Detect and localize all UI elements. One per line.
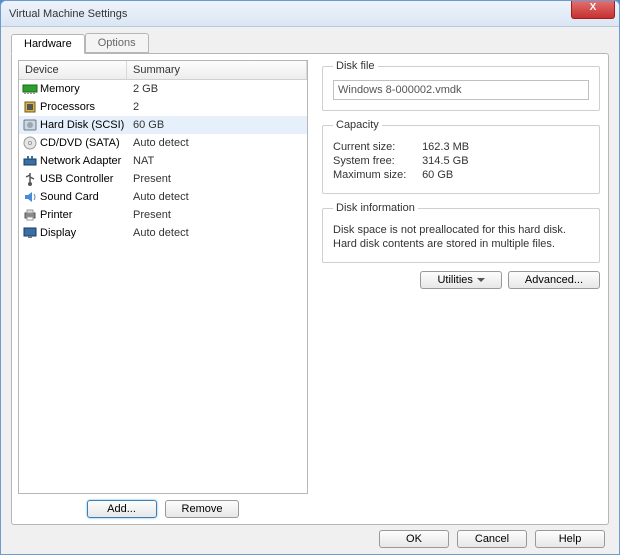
device-summary: Present xyxy=(127,173,307,185)
dialog-footer: OK Cancel Help xyxy=(379,530,605,548)
device-list-header: Device Summary xyxy=(19,61,307,80)
device-cell: Sound Card xyxy=(19,189,127,205)
device-cell: Processors xyxy=(19,99,127,115)
tab-options[interactable]: Options xyxy=(85,33,149,53)
device-row[interactable]: Sound Card Auto detect xyxy=(19,188,307,206)
memory-icon xyxy=(22,81,38,97)
printer-icon xyxy=(22,207,38,223)
add-button[interactable]: Add... xyxy=(87,500,157,518)
device-cell: Display xyxy=(19,225,127,241)
device-buttons: Add... Remove xyxy=(18,494,308,518)
device-row[interactable]: Processors 2 xyxy=(19,98,307,116)
disk-info-line2: Hard disk contents are stored in multipl… xyxy=(333,238,589,250)
device-row[interactable]: Network Adapter NAT xyxy=(19,152,307,170)
hdd-icon xyxy=(22,117,38,133)
advanced-button[interactable]: Advanced... xyxy=(508,271,600,289)
system-free-label: System free: xyxy=(333,155,419,167)
device-name: Sound Card xyxy=(40,191,99,203)
hardware-left-pane: Device Summary Memory2 GBProcessors2Hard… xyxy=(12,54,314,524)
device-name: Printer xyxy=(40,209,72,221)
device-summary: Auto detect xyxy=(127,137,307,149)
current-size-value: 162.3 MB xyxy=(422,141,469,153)
remove-button[interactable]: Remove xyxy=(165,500,240,518)
device-row[interactable]: CD/DVD (SATA) Auto detect xyxy=(19,134,307,152)
ok-button[interactable]: OK xyxy=(379,530,449,548)
current-size-label: Current size: xyxy=(333,141,419,153)
device-name: Network Adapter xyxy=(40,155,121,167)
device-name: Memory xyxy=(40,83,80,95)
device-row[interactable]: Memory 2 GB xyxy=(19,80,307,98)
device-row[interactable]: USB Controller Present xyxy=(19,170,307,188)
device-row[interactable]: Display Auto detect xyxy=(19,224,307,242)
disk-info-legend: Disk information xyxy=(333,202,418,214)
cd-icon xyxy=(22,135,38,151)
system-free-value: 314.5 GB xyxy=(422,155,468,167)
device-cell: Memory xyxy=(19,81,127,97)
chevron-down-icon xyxy=(477,278,485,282)
max-size-row: Maximum size: 60 GB xyxy=(333,169,589,181)
device-summary: NAT xyxy=(127,155,307,167)
device-cell: Printer xyxy=(19,207,127,223)
device-summary: 2 GB xyxy=(127,83,307,95)
system-free-row: System free: 314.5 GB xyxy=(333,155,589,167)
current-size-row: Current size: 162.3 MB xyxy=(333,141,589,153)
device-summary: Present xyxy=(127,209,307,221)
window-title: Virtual Machine Settings xyxy=(9,8,127,20)
capacity-group: Capacity Current size: 162.3 MB System f… xyxy=(322,119,600,194)
device-row[interactable]: Hard Disk (SCSI)60 GB xyxy=(19,116,307,134)
device-summary: Auto detect xyxy=(127,191,307,203)
disk-info-group: Disk information Disk space is not preal… xyxy=(322,202,600,263)
col-device[interactable]: Device xyxy=(19,61,127,79)
net-icon xyxy=(22,153,38,169)
device-row[interactable]: Printer Present xyxy=(19,206,307,224)
device-cell: Hard Disk (SCSI) xyxy=(19,117,127,133)
cancel-button[interactable]: Cancel xyxy=(457,530,527,548)
device-name: CD/DVD (SATA) xyxy=(40,137,120,149)
utilities-button[interactable]: Utilities xyxy=(420,271,501,289)
capacity-legend: Capacity xyxy=(333,119,382,131)
help-button[interactable]: Help xyxy=(535,530,605,548)
device-summary: Auto detect xyxy=(127,227,307,239)
col-summary[interactable]: Summary xyxy=(127,61,307,79)
device-name: USB Controller xyxy=(40,173,113,185)
cpu-icon xyxy=(22,99,38,115)
sound-icon xyxy=(22,189,38,205)
device-list[interactable]: Device Summary Memory2 GBProcessors2Hard… xyxy=(18,60,308,494)
device-name: Display xyxy=(40,227,76,239)
hardware-right-pane: Disk file Capacity Current size: 162.3 M… xyxy=(314,54,608,524)
max-size-label: Maximum size: xyxy=(333,169,419,181)
close-button[interactable]: X xyxy=(571,1,615,19)
device-cell: Network Adapter xyxy=(19,153,127,169)
device-name: Processors xyxy=(40,101,95,113)
device-cell: USB Controller xyxy=(19,171,127,187)
max-size-value: 60 GB xyxy=(422,169,453,181)
disk-file-group: Disk file xyxy=(322,60,600,111)
disk-file-legend: Disk file xyxy=(333,60,378,72)
disk-action-buttons: Utilities Advanced... xyxy=(322,271,600,289)
device-summary: 60 GB xyxy=(127,119,307,131)
tab-strip: Hardware Options xyxy=(1,27,619,53)
disk-file-input[interactable] xyxy=(333,80,589,100)
usb-icon xyxy=(22,171,38,187)
tab-body: Device Summary Memory2 GBProcessors2Hard… xyxy=(11,53,609,525)
utilities-label: Utilities xyxy=(437,274,472,286)
settings-window: Virtual Machine Settings X Hardware Opti… xyxy=(0,0,620,555)
device-summary: 2 xyxy=(127,101,307,113)
device-name: Hard Disk (SCSI) xyxy=(40,119,124,131)
titlebar: Virtual Machine Settings X xyxy=(1,1,619,27)
device-cell: CD/DVD (SATA) xyxy=(19,135,127,151)
disk-info-line1: Disk space is not preallocated for this … xyxy=(333,224,589,236)
tab-hardware[interactable]: Hardware xyxy=(11,34,85,54)
display-icon xyxy=(22,225,38,241)
